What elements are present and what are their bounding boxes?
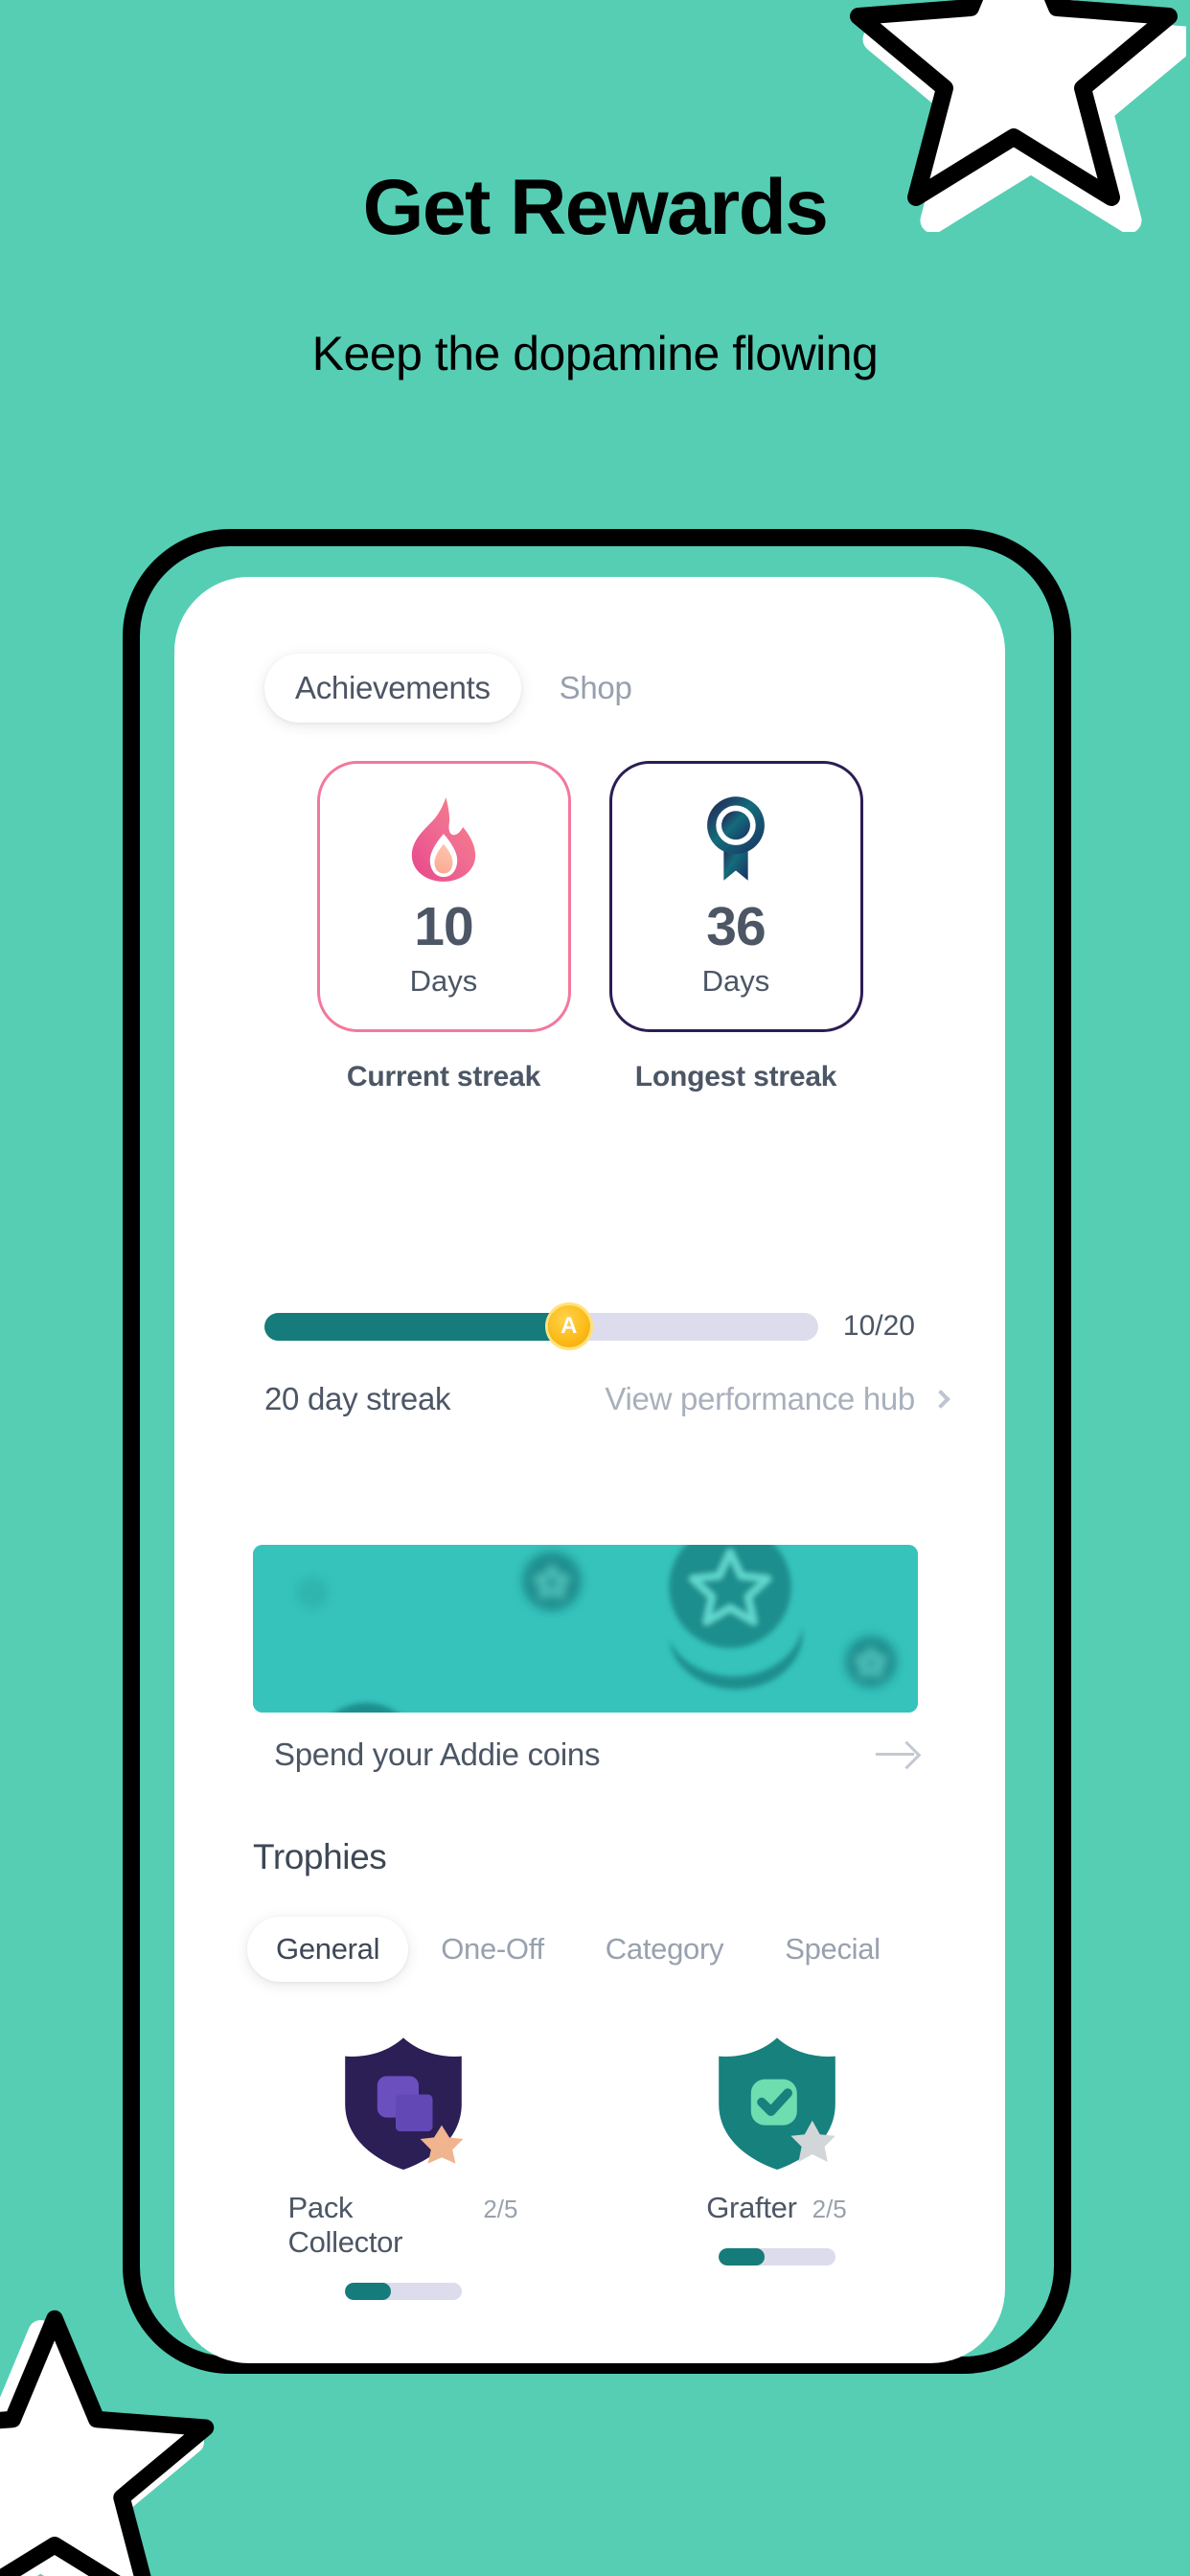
longest-streak-card[interactable]: 36 Days Longest streak — [608, 761, 863, 1093]
trophy-progress-fill — [718, 2248, 766, 2266]
tab-shop[interactable]: Shop — [529, 654, 663, 723]
view-performance-hub-link[interactable]: View performance hub — [605, 1381, 950, 1417]
trophy-progress-fill — [344, 2283, 392, 2300]
page-subtitle: Keep the dopamine flowing — [311, 327, 879, 380]
trophy-card[interactable]: Pack Collector 2/5 — [288, 2024, 518, 2300]
arrow-right-icon — [876, 1740, 918, 1769]
longest-streak-label: Longest streak — [634, 1061, 837, 1092]
chevron-right-icon — [931, 1390, 950, 1409]
streak-progress-bar[interactable]: A — [264, 1305, 818, 1347]
current-streak-value: 10 — [414, 896, 473, 957]
app-screenshot: Get Rewards Keep the dopamine flowing Ac… — [0, 0, 1190, 2576]
check-square-icon — [750, 2079, 797, 2126]
shield-icon — [700, 2024, 854, 2177]
shield-icon — [327, 2024, 480, 2177]
trophy-progress-bar — [344, 2283, 462, 2300]
trophy-grid: Pack Collector 2/5 Grafter 2/5 — [174, 2024, 1005, 2300]
trophy-filter-special[interactable]: Special — [756, 1917, 909, 1982]
streak-progress-block: A 10/20 20 day streak View performance h… — [174, 1305, 1005, 1417]
trophy-filter-category[interactable]: Category — [577, 1917, 752, 1982]
streak-progress-fill — [264, 1312, 569, 1341]
current-streak-label: Current streak — [346, 1061, 541, 1092]
phone-screen: Achievements Shop 10 Days Current streak… — [174, 577, 1005, 2363]
performance-hub-label: View performance hub — [605, 1381, 915, 1416]
tab-achievements[interactable]: Achievements — [264, 654, 521, 723]
current-streak-card[interactable]: 10 Days Current streak — [316, 761, 571, 1093]
trophy-card[interactable]: Grafter 2/5 — [662, 2024, 892, 2300]
trophy-progress-bar — [718, 2248, 835, 2266]
spend-coins-row[interactable]: Spend your Addie coins — [253, 1736, 918, 1773]
trophy-name: Pack Collector — [287, 2191, 403, 2259]
trophies-section-title: Trophies — [253, 1837, 387, 1876]
medal-ribbon-icon — [701, 794, 770, 883]
longest-streak-value: 36 — [706, 896, 766, 957]
flame-icon — [406, 794, 481, 883]
streak-cards: 10 Days Current streak 36 Days Longest s… — [174, 761, 1005, 1093]
streak-progress-count: 10/20 — [842, 1310, 915, 1342]
trophy-filter-general[interactable]: General — [247, 1917, 409, 1982]
addie-coins-banner[interactable] — [253, 1545, 918, 1713]
trophy-count: 2/5 — [812, 2195, 847, 2223]
trophy-count: 2/5 — [483, 2195, 518, 2223]
trophy-filter-one-off[interactable]: One-Off — [412, 1917, 573, 1982]
trophy-name: Grafter — [706, 2191, 797, 2224]
page-title: Get Rewards — [362, 164, 829, 251]
trophy-filter-bar: General One-Off Category Special — [247, 1917, 1004, 1982]
top-tab-bar: Achievements Shop — [264, 654, 663, 723]
longest-streak-unit: Days — [701, 964, 770, 998]
current-streak-unit: Days — [409, 964, 478, 998]
spend-coins-label: Spend your Addie coins — [274, 1736, 601, 1772]
addie-coin-marker: A — [547, 1305, 590, 1347]
streak-goal-label: 20 day streak — [264, 1381, 451, 1416]
